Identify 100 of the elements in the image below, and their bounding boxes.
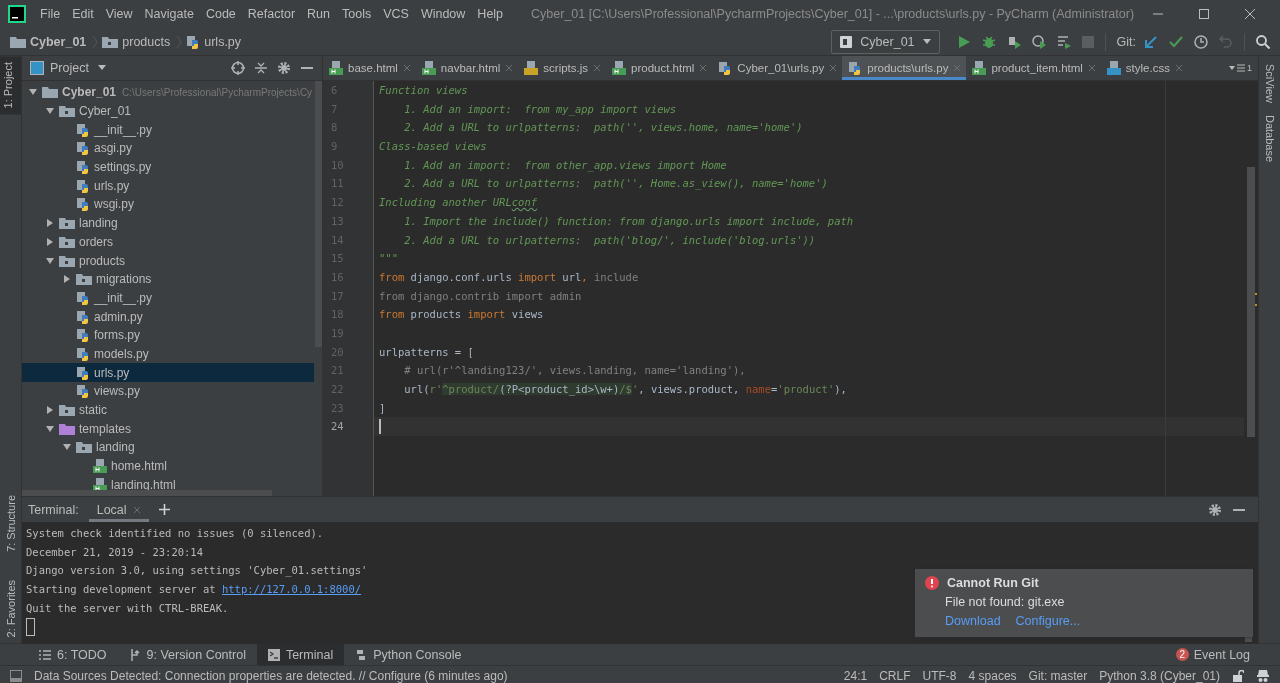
- tree-item[interactable]: products: [22, 251, 314, 270]
- scrollbar[interactable]: [22, 490, 272, 496]
- tree-item[interactable]: forms.py: [22, 325, 314, 345]
- collapsed-arrow-icon[interactable]: [62, 274, 72, 285]
- tree-item[interactable]: templates: [22, 419, 314, 439]
- menu-item[interactable]: Run: [301, 7, 336, 21]
- python-file-icon: [848, 61, 863, 75]
- collapse-all-icon[interactable]: [254, 61, 268, 75]
- run-configuration-dropdown[interactable]: Cyber_01: [831, 29, 940, 54]
- menu-item[interactable]: Help: [471, 7, 510, 21]
- menu-item[interactable]: Navigate: [138, 7, 200, 21]
- menu-item[interactable]: File: [34, 7, 67, 21]
- editor-tab[interactable]: style.css: [1100, 56, 1188, 80]
- tree-item[interactable]: Cyber_01: [22, 101, 314, 121]
- tree-item[interactable]: home.html: [22, 456, 314, 476]
- window-icon[interactable]: [10, 670, 22, 682]
- tree-item[interactable]: migrations: [22, 269, 314, 289]
- scrollbar[interactable]: [1247, 167, 1255, 437]
- update-arrow-icon[interactable]: [1144, 34, 1158, 49]
- url-link[interactable]: http://127.0.0.1:8000/: [221, 583, 362, 596]
- code-line: 2. Add a URL to urlpatterns: path('', Home.as_view(), name='home'): [403, 176, 828, 192]
- tree-item[interactable]: admin.py: [22, 307, 314, 326]
- run-icon[interactable]: [956, 34, 971, 49]
- breadcrumb[interactable]: urls.py: [204, 34, 242, 49]
- tree-item[interactable]: __init__.py: [22, 288, 314, 308]
- collapsed-arrow-icon[interactable]: [45, 218, 55, 229]
- caret-icon[interactable]: [97, 65, 106, 71]
- panel-title[interactable]: Project: [50, 61, 89, 75]
- lock-icon[interactable]: [1232, 670, 1244, 682]
- locate-icon[interactable]: [231, 61, 245, 75]
- editor-tab[interactable]: scripts.js: [518, 56, 607, 80]
- tool-window-tab[interactable]: Database: [1263, 114, 1276, 163]
- tool-window-tab[interactable]: Python Console: [344, 644, 473, 665]
- menu-item[interactable]: Window: [414, 7, 472, 21]
- breadcrumb[interactable]: products: [122, 34, 171, 49]
- tree-item[interactable]: asgi.py: [22, 139, 314, 158]
- session-tab[interactable]: Local: [88, 497, 149, 522]
- tool-window-tab[interactable]: 6: TODO: [28, 644, 118, 665]
- tool-window-tab[interactable]: 2: Favorites: [2, 573, 19, 643]
- tree-item[interactable]: landing.html: [22, 475, 314, 495]
- collapsed-arrow-icon[interactable]: [45, 405, 55, 416]
- tree-item[interactable]: models.py: [22, 344, 314, 364]
- tab-list-button[interactable]: 1: [1223, 56, 1258, 80]
- editor-tab[interactable]: products\urls.py: [842, 56, 967, 80]
- add-icon[interactable]: [158, 504, 170, 515]
- tree-item[interactable]: views.py: [22, 382, 314, 401]
- tool-window-tab[interactable]: 1: Project: [0, 56, 21, 115]
- settings-icon[interactable]: [1208, 502, 1222, 517]
- collapsed-arrow-icon[interactable]: [45, 236, 55, 247]
- notification-link[interactable]: Download: [945, 614, 1001, 628]
- menu-item[interactable]: Refactor: [241, 7, 302, 21]
- status-item[interactable]: Git: master: [1028, 669, 1088, 683]
- tree-item[interactable]: Cyber_01 C:\Users\Professional\PycharmProjects\Cy: [22, 83, 314, 102]
- list-icon: [1237, 64, 1245, 72]
- menu-item[interactable]: View: [99, 7, 139, 21]
- menu-item[interactable]: Code: [199, 7, 242, 21]
- search-icon[interactable]: [1256, 34, 1270, 49]
- menu-item[interactable]: Edit: [66, 7, 100, 21]
- expanded-arrow-icon[interactable]: [45, 255, 55, 266]
- tree-item[interactable]: wsgi.py: [22, 195, 314, 214]
- profiler-icon[interactable]: [1031, 34, 1046, 49]
- editor-tab[interactable]: product_item.html: [966, 56, 1101, 80]
- bug-icon[interactable]: [981, 34, 996, 49]
- status-item[interactable]: Python 3.8 (Cyber_01): [1099, 669, 1220, 683]
- menu-item[interactable]: Tools: [336, 7, 378, 21]
- status-item[interactable]: UTF-8: [922, 669, 957, 683]
- tool-window-tab[interactable]: SciView: [1263, 64, 1276, 103]
- breadcrumb[interactable]: Cyber_01: [30, 34, 87, 49]
- tree-item[interactable]: landing: [22, 213, 314, 233]
- status-item[interactable]: 4 spaces: [968, 669, 1017, 683]
- tree-item[interactable]: landing: [22, 438, 314, 457]
- tree-item[interactable]: urls.py: [22, 363, 314, 382]
- tree-item[interactable]: static: [22, 400, 314, 420]
- code-line: from django.conf.urls import url, include: [379, 269, 639, 285]
- inspector-icon[interactable]: [1256, 669, 1270, 683]
- tree-item[interactable]: settings.py: [22, 157, 314, 177]
- expanded-arrow-icon[interactable]: [45, 423, 55, 434]
- settings-icon[interactable]: [277, 61, 291, 75]
- editor-tab[interactable]: base.html: [323, 56, 416, 80]
- check-icon[interactable]: [1169, 34, 1183, 49]
- editor-tab[interactable]: product.html: [606, 56, 713, 80]
- editor-tab[interactable]: Cyber_01\urls.py: [712, 56, 843, 80]
- status-item[interactable]: 24:1: [843, 669, 868, 683]
- coverage-icon[interactable]: [1006, 34, 1021, 49]
- scrollbar[interactable]: [315, 81, 322, 347]
- maximize-icon[interactable]: [1198, 8, 1210, 20]
- tool-window-tab[interactable]: Terminal: [256, 644, 345, 665]
- notification-link[interactable]: Configure...: [1015, 614, 1081, 628]
- tool-window-tab[interactable]: 7: Structure: [2, 488, 19, 558]
- close-icon[interactable]: [1244, 8, 1256, 20]
- tree-item[interactable]: urls.py: [22, 176, 314, 196]
- tree-item[interactable]: orders: [22, 232, 314, 252]
- menu-item[interactable]: VCS: [377, 7, 415, 21]
- editor-tab[interactable]: navbar.html: [415, 56, 519, 80]
- history-icon[interactable]: [1194, 34, 1208, 49]
- tool-window-tab[interactable]: 9: Version Control: [117, 644, 257, 665]
- status-item[interactable]: CRLF: [879, 669, 911, 683]
- tree-item[interactable]: __init__.py: [22, 120, 314, 140]
- event-log-button[interactable]: 2 Event Log: [1175, 647, 1280, 662]
- run-list-icon[interactable]: [1056, 34, 1071, 49]
